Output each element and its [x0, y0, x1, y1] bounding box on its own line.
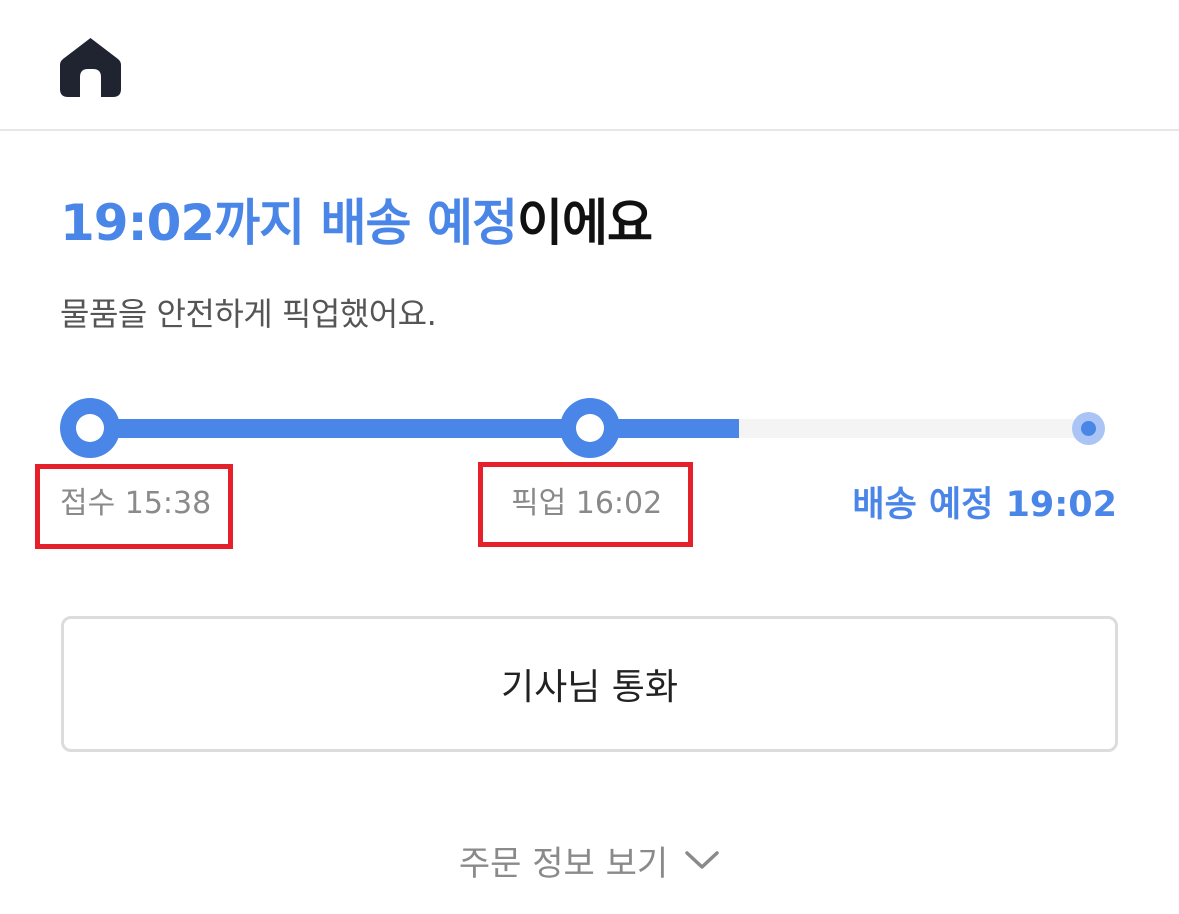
step-label-pickup: 픽업 16:02 — [511, 486, 663, 521]
title-accent-text: 19:02까지 배송 예정 — [60, 194, 518, 252]
order-info-label: 주문 정보 보기 — [458, 843, 669, 884]
order-info-toggle[interactable]: 주문 정보 보기 — [0, 830, 1179, 890]
top-bar — [0, 0, 1179, 131]
call-driver-button[interactable]: 기사님 통화 — [61, 616, 1118, 752]
step-node-received — [60, 398, 120, 458]
call-driver-label: 기사님 통화 — [500, 667, 679, 708]
step-label-received: 접수 15:38 — [60, 486, 212, 521]
delivery-status-subtitle: 물품을 안전하게 픽업했어요. — [60, 295, 437, 333]
title-rest-text: 이에요 — [516, 194, 653, 252]
progress-fill — [90, 419, 739, 438]
home-icon[interactable] — [60, 37, 121, 97]
step-node-pickup — [560, 398, 620, 458]
chevron-down-icon — [685, 851, 719, 869]
delivery-status-title: 19:02까지 배송 예정이에요 — [60, 188, 653, 258]
step-node-delivery — [1072, 412, 1105, 445]
step-label-delivery-eta: 배송 예정 19:02 — [852, 485, 1117, 525]
